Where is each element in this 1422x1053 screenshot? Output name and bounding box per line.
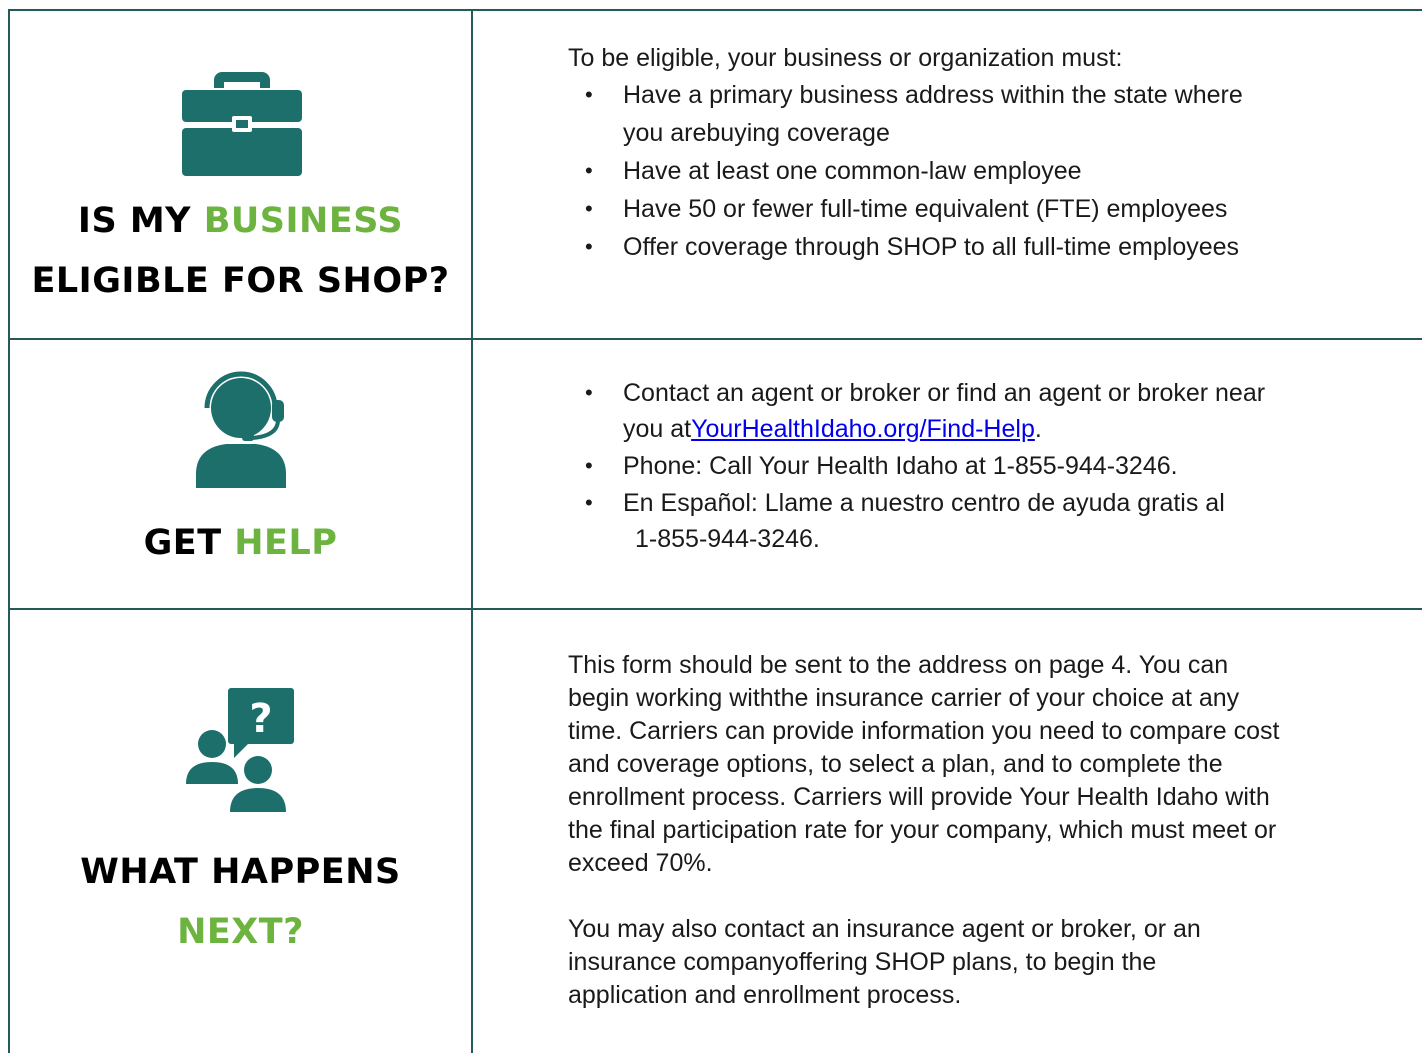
help-content: Contact an agent or broker or find an ag… xyxy=(473,375,1422,557)
list-item: Phone: Call Your Health Idaho at 1-855-9… xyxy=(473,447,1422,485)
eligibility-heading: IS MY BUSINESS ELIGIBLE FOR SHOP? xyxy=(31,201,450,301)
list-item: En Español: Llame a nuestro centro de ay… xyxy=(473,485,1422,557)
info-table: IS MY BUSINESS ELIGIBLE FOR SHOP? To be … xyxy=(0,0,1422,1053)
help-heading-cell: GET HELP xyxy=(10,340,471,608)
eligibility-heading-cell: IS MY BUSINESS ELIGIBLE FOR SHOP? xyxy=(10,11,471,338)
question-people-icon: ? xyxy=(186,688,294,814)
list-item: Offer coverage through SHOP to all full-… xyxy=(473,228,1422,266)
next-heading: WHAT HAPPENS NEXT? xyxy=(80,852,401,952)
eligibility-criteria-list: Have a primary business address within t… xyxy=(473,76,1422,266)
headset-agent-icon xyxy=(196,371,286,488)
list-item: Have 50 or fewer full-time equivalent (F… xyxy=(473,190,1422,228)
list-item: Have a primary business address within t… xyxy=(473,76,1422,152)
next-content: This form should be sent to the address … xyxy=(473,649,1422,1012)
next-heading-cell: ? WHAT HAPPENS NEXT? xyxy=(10,610,471,1053)
find-help-link[interactable]: YourHealthIdaho.org/Find-Help xyxy=(691,415,1035,443)
help-heading: GET HELP xyxy=(143,523,338,563)
help-options-list: Contact an agent or broker or find an ag… xyxy=(473,375,1422,557)
svg-text:?: ? xyxy=(249,696,272,742)
next-paragraph-1: This form should be sent to the address … xyxy=(568,651,1280,877)
briefcase-icon xyxy=(182,72,302,176)
next-paragraph-2: You may also contact an insurance agent … xyxy=(568,915,1201,1009)
list-item: Have at least one common-law employee xyxy=(473,152,1422,190)
list-item: Contact an agent or broker or find an ag… xyxy=(473,375,1422,447)
eligibility-content: To be eligible, your business or organiz… xyxy=(473,40,1422,266)
eligibility-intro: To be eligible, your business or organiz… xyxy=(568,44,1123,72)
